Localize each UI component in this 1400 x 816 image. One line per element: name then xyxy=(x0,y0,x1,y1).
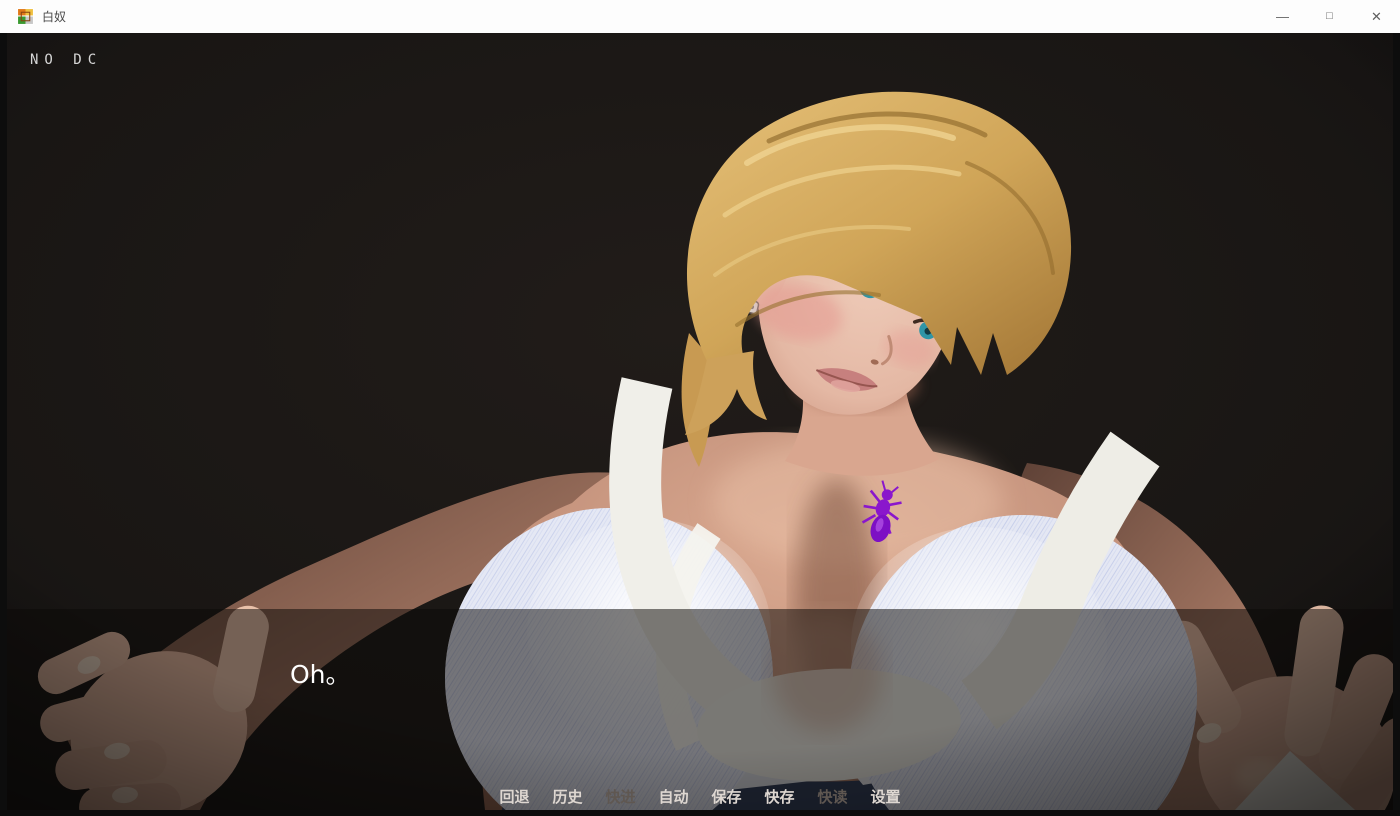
quick-menu-skip: 快进 xyxy=(605,786,635,807)
quick-menu: 回退 历史 快进 自动 保存 快存 快读 设置 xyxy=(7,786,1393,807)
app-icon xyxy=(17,8,34,25)
close-button[interactable]: ✕ xyxy=(1353,0,1400,33)
quick-menu-back[interactable]: 回退 xyxy=(499,786,529,807)
quick-menu-qload: 快读 xyxy=(818,786,848,807)
quick-menu-settings[interactable]: 设置 xyxy=(871,786,901,807)
desktop: { "window": { "title": "白奴", "minimize_g… xyxy=(0,0,1400,816)
minimize-button[interactable]: — xyxy=(1259,0,1306,33)
window-controls: — □ ✕ xyxy=(1259,0,1400,33)
maximize-button[interactable]: □ xyxy=(1306,0,1353,33)
quick-menu-auto[interactable]: 自动 xyxy=(658,786,688,807)
quick-menu-qsave[interactable]: 快存 xyxy=(765,786,795,807)
window-titlebar[interactable]: 白奴 — □ ✕ xyxy=(0,0,1400,33)
game-viewport[interactable]: NO DC Oh。 回退 历史 快进 自动 保存 快存 快读 设置 xyxy=(7,33,1393,810)
window-title: 白奴 xyxy=(42,8,66,25)
dialogue-textbox[interactable]: Oh。 回退 历史 快进 自动 保存 快存 快读 设置 xyxy=(7,609,1393,810)
hud-top-left-label: NO DC xyxy=(30,52,102,68)
quick-menu-save[interactable]: 保存 xyxy=(712,786,742,807)
quick-menu-history[interactable]: 历史 xyxy=(552,786,582,807)
dialogue-text: Oh。 xyxy=(290,655,351,691)
